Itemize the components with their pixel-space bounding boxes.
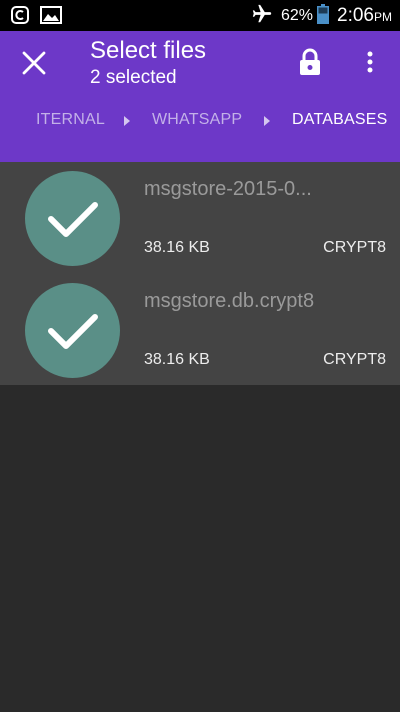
chevron-right-icon [124,116,130,126]
status-bar-right: 62% 2:06PM [251,3,392,29]
file-row[interactable]: msgstore.db.crypt8 38.16 KB CRYPT8 [0,274,400,386]
lock-button[interactable] [294,45,326,79]
file-type: CRYPT8 [323,351,386,368]
status-bar-left [11,6,62,29]
check-icon [47,201,98,237]
file-name: msgstore.db.crypt8 [144,290,315,312]
file-size: 38.16 KB [144,239,210,256]
selected-check-badge[interactable] [25,283,120,378]
airplane-icon [251,3,273,30]
breadcrumb-item-databases[interactable]: DATABASES [292,111,387,129]
selection-count: 2 selected [90,67,177,88]
clock-ampm: PM [374,10,392,24]
close-button[interactable] [14,43,54,83]
status-bar: 62% 2:06PM [0,0,400,31]
image-icon [40,6,62,29]
more-vert-icon [367,51,373,73]
file-size: 38.16 KB [144,351,210,368]
clock: 2:06PM [337,5,392,27]
file-row[interactable]: msgstore-2015-0... 38.16 KB CRYPT8 [0,162,400,274]
clock-time: 2:06 [337,5,374,26]
app-bar: Select files 2 selected ITERNAL WHATSAPP… [0,31,400,162]
file-type: CRYPT8 [323,239,386,256]
breadcrumb-item-internal[interactable]: ITERNAL [36,111,105,129]
close-icon [22,51,46,75]
breadcrumb: ITERNAL WHATSAPP DATABASES [0,111,400,133]
battery-icon [317,3,330,29]
notification-icon [11,6,29,29]
file-name: msgstore-2015-0... [144,178,312,200]
check-icon [47,313,98,349]
chevron-right-icon [264,116,270,126]
lock-icon [300,48,320,75]
file-list: msgstore-2015-0... 38.16 KB CRYPT8 msgst… [0,162,400,385]
selected-check-badge[interactable] [25,171,120,266]
page-title: Select files [90,37,207,64]
battery-percent: 62% [280,7,314,24]
breadcrumb-item-whatsapp[interactable]: WHATSAPP [152,111,242,129]
more-options-button[interactable] [356,45,384,79]
